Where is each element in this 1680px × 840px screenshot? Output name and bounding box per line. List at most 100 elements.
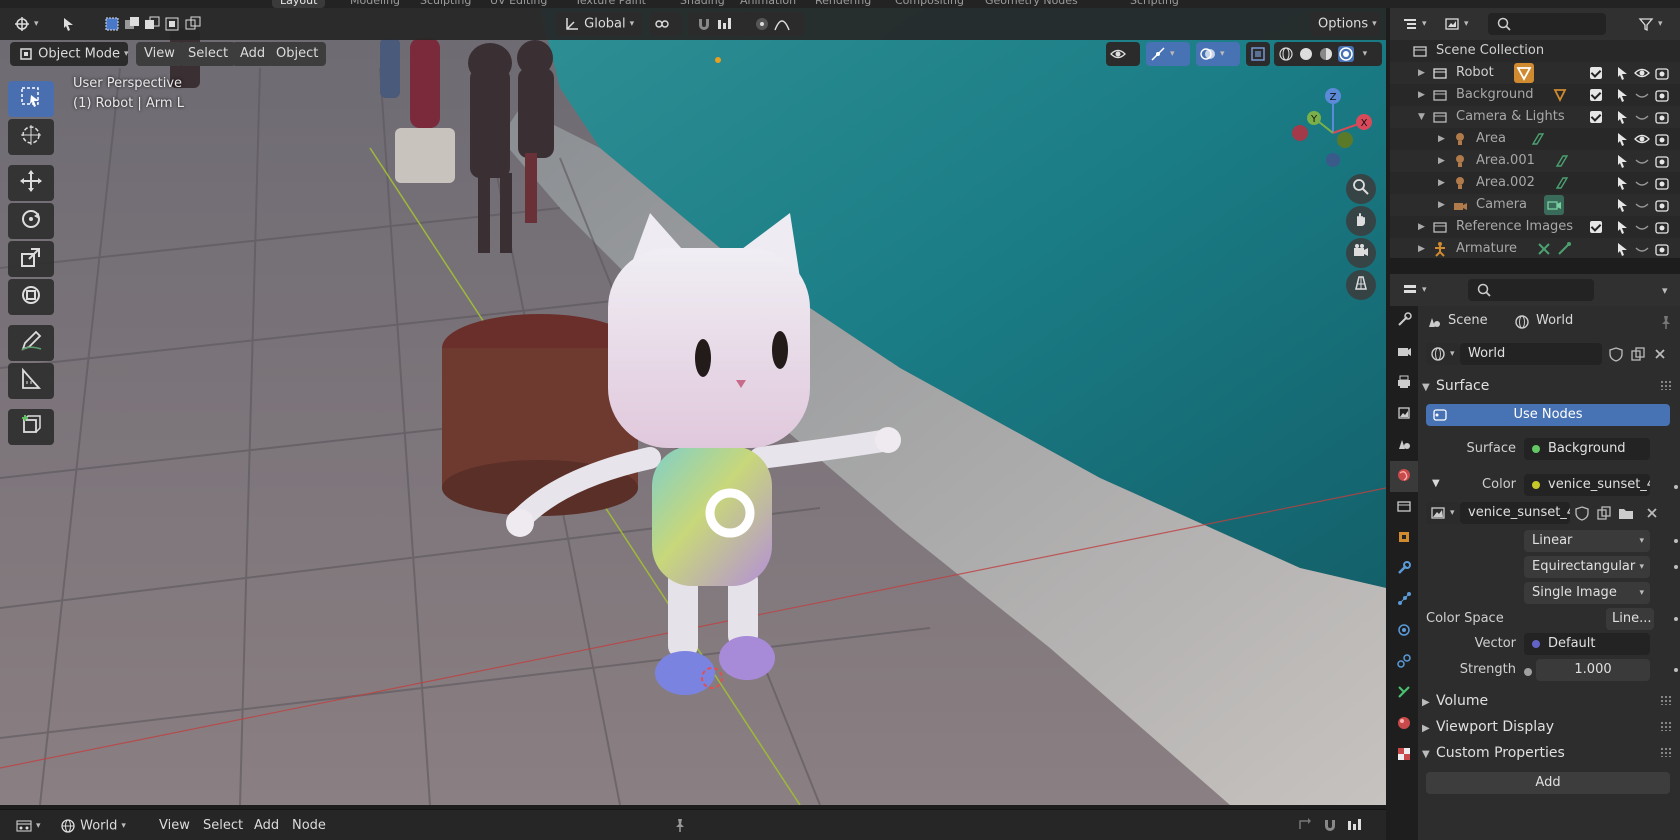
display-mode-dropdown[interactable]: ▾ [1436,12,1474,36]
drag-grip-icon[interactable] [1660,380,1672,390]
object-mode-dropdown[interactable]: Object Mode ▾ [10,42,129,66]
tool-move[interactable] [8,165,54,201]
gizmo-toggle[interactable]: ▾ [1146,42,1190,66]
transform-orientation-dropdown[interactable]: Global ▾ [556,12,642,36]
properties-editor-type-button[interactable]: ▾ [1394,278,1432,302]
outliner-editor-type-button[interactable]: ▾ [1394,12,1432,36]
tab-texture-paint[interactable]: Texture Paint [575,0,646,8]
bottom-menu-add[interactable]: Add [254,814,279,838]
menu-select[interactable]: Select [180,42,237,66]
tab-layout[interactable]: Layout [272,0,326,8]
bottom-menu-select[interactable]: Select [203,814,243,838]
exclude-checkbox[interactable] [1590,67,1602,79]
options-dropdown[interactable]: Options ▾ [1310,12,1380,36]
3d-viewport[interactable]: ▾ Global ▾ Options ▾ Object Mode ▾ View … [0,8,1386,805]
select-tool-mode-button[interactable] [56,12,80,36]
volume-panel-header[interactable]: ▶ Volume [1422,689,1678,713]
pivot-point-dropdown[interactable] [650,12,682,36]
outliner-row-scene-collection[interactable]: Scene Collection [1390,40,1680,62]
tab-shading[interactable]: Shading [680,0,725,8]
vector-input-field[interactable]: Default [1524,633,1650,655]
outliner-row-robot[interactable]: ▶ Robot [1390,62,1680,84]
shading-mode-buttons[interactable]: ▾ [1274,42,1382,66]
tab-view-layer[interactable] [1390,399,1418,430]
overlays-toggle[interactable]: ▾ [1196,42,1240,66]
tab-sculpting[interactable]: Sculpting [420,0,471,8]
outliner-row-background[interactable]: ▶ Background [1390,84,1680,106]
tool-rotate[interactable] [8,203,54,239]
outliner[interactable]: ▾ ▾ ▾ Scene Collection ▶ Robot ▶ Backgro… [1390,8,1680,258]
tool-scale[interactable] [8,241,54,277]
surface-panel-header[interactable]: ▼ Surface [1422,374,1678,398]
selection-mode-buttons[interactable] [96,12,204,36]
expand-arrow-icon[interactable]: ▶ [1438,128,1445,150]
tab-compositing[interactable]: Compositing [895,0,964,8]
keyframe-dot[interactable] [1674,485,1678,489]
properties-options-chevron-icon[interactable]: ▾ [1662,284,1668,297]
open-folder-icon[interactable] [1618,505,1634,521]
shader-type-dropdown[interactable]: World ▾ [52,814,144,838]
tab-scene[interactable] [1390,430,1418,461]
tool-cursor[interactable] [8,119,54,155]
duplicate-icon[interactable] [1630,346,1646,362]
expand-arrow-icon[interactable]: ▶ [1438,194,1445,216]
tab-modifiers[interactable] [1390,554,1418,585]
render-camera-icon[interactable] [1654,241,1670,265]
tab-animation[interactable]: Animation [740,0,796,8]
navigation-gizmo[interactable]: Z X Y [1288,88,1378,178]
fake-user-shield-icon[interactable] [1608,346,1624,362]
tab-modeling[interactable]: Modeling [350,0,400,8]
interpolation-dropdown[interactable]: Linear ▾ [1524,530,1650,552]
use-nodes-button[interactable]: Use Nodes [1426,404,1670,426]
tab-render[interactable] [1390,337,1418,368]
keyframe-dot[interactable] [1674,668,1678,672]
outliner-search-input[interactable] [1488,13,1606,35]
image-browse-dropdown[interactable]: ▾ [1426,502,1460,524]
expand-arrow-icon[interactable]: ▶ [1418,216,1425,238]
menu-add[interactable]: Add [232,42,274,66]
strength-slider[interactable]: 1.000 [1536,659,1650,681]
bottom-menu-node[interactable]: Node [292,814,326,838]
tab-object[interactable] [1390,523,1418,554]
outliner-row-camera[interactable]: ▶ Camera [1390,194,1680,216]
menu-view[interactable]: View [136,42,183,66]
select-arrow-icon[interactable] [1614,241,1630,265]
tab-rendering[interactable]: Rendering [815,0,871,8]
unlink-x-icon[interactable] [1644,505,1660,521]
expand-arrow-icon[interactable]: ▶ [1418,238,1425,260]
menu-object[interactable]: Object [268,42,327,66]
tool-measure[interactable] [8,363,54,399]
viewport-display-panel-header[interactable]: ▶ Viewport Display [1422,715,1678,739]
proportional-editing-controls[interactable] [746,12,804,36]
surface-shader-field[interactable]: Background [1524,438,1650,460]
keyframe-dot[interactable] [1674,565,1678,569]
parent-node-icon[interactable] [1296,817,1312,833]
source-dropdown[interactable]: Single Image ▾ [1524,582,1650,604]
outliner-row-camera-lights[interactable]: ▼ Camera & Lights [1390,106,1680,128]
bottom-menu-view[interactable]: View [159,814,190,838]
tab-particles[interactable] [1390,585,1418,616]
editor-type-button[interactable]: ▾ [6,12,46,36]
tab-output[interactable] [1390,368,1418,399]
tool-transform[interactable] [8,279,54,315]
outliner-row-area[interactable]: ▶ Area [1390,128,1680,150]
tab-tool[interactable] [1390,306,1418,337]
color-input-field[interactable]: venice_sunset_4k [1524,474,1650,496]
tab-uv-editing[interactable]: UV Editing [490,0,547,8]
outliner-filter-dropdown[interactable]: ▾ [1630,12,1674,36]
tab-material[interactable] [1390,709,1418,740]
pan-view-button[interactable] [1346,206,1376,236]
tab-physics[interactable] [1390,616,1418,647]
zoom-view-button[interactable] [1346,174,1376,204]
outliner-row-armature[interactable]: ▶ Armature [1390,238,1680,258]
keyframe-dot[interactable] [1674,617,1678,621]
duplicate-icon[interactable] [1596,505,1612,521]
expand-arrow-icon[interactable]: ▶ [1418,84,1425,106]
collapse-arrow-icon[interactable]: ▼ [1418,106,1425,128]
fake-user-shield-icon[interactable] [1574,505,1590,521]
projection-dropdown[interactable]: Equirectangular ▾ [1524,556,1650,578]
drag-grip-icon[interactable] [1660,721,1672,731]
exclude-checkbox[interactable] [1590,89,1602,101]
tab-geometry-nodes[interactable]: Geometry Nodes [985,0,1078,8]
tab-constraints[interactable] [1390,647,1418,678]
